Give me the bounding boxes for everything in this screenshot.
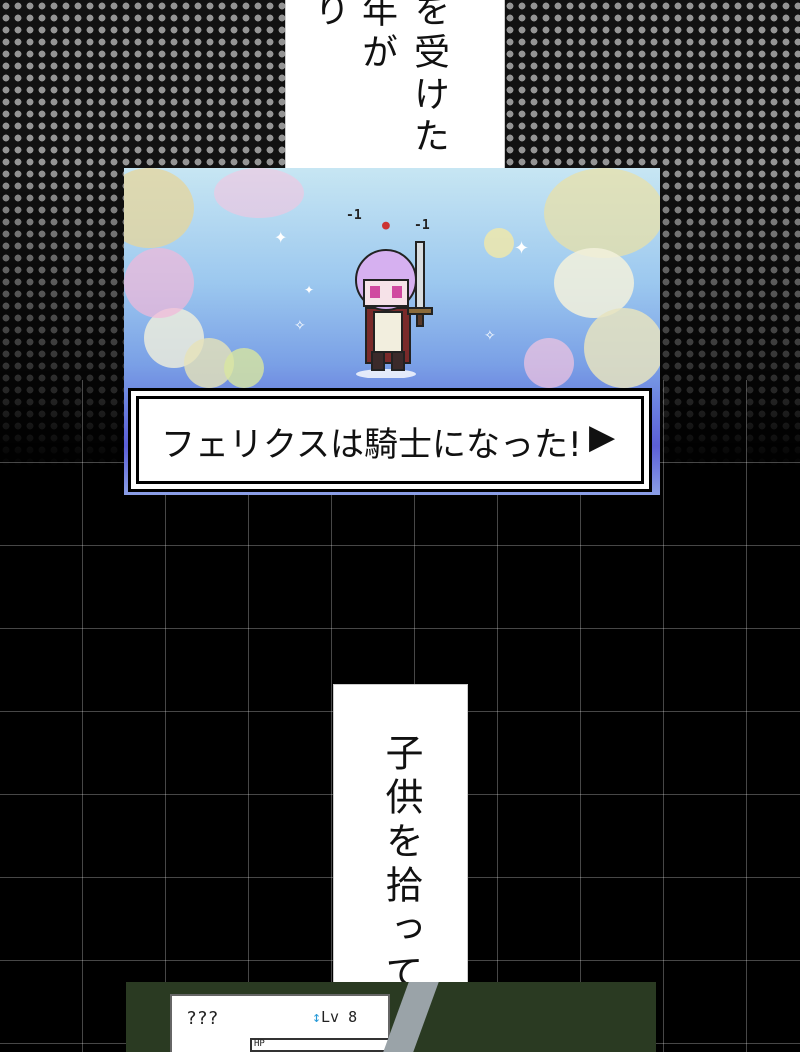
level-value: Lv 8 xyxy=(321,1008,358,1026)
damage-number: -1 xyxy=(414,218,430,233)
sparkle-icon: ✧ xyxy=(484,328,496,344)
level-arrow-icon: ↕ xyxy=(312,1008,322,1026)
bokeh-light xyxy=(484,228,514,258)
caption-box-middle: 子供を拾って xyxy=(333,684,468,1014)
sparkle-icon: ✧ xyxy=(294,318,306,334)
sparkle-icon: ✦ xyxy=(304,283,315,297)
caption-text-line: り xyxy=(308,0,349,33)
caption-text-line: 子供を拾って xyxy=(379,733,423,997)
character-name: ??? xyxy=(186,1008,219,1029)
continue-arrow-icon[interactable]: ▶ xyxy=(589,417,615,457)
caption-box-top: を受けた 年が り xyxy=(285,0,505,190)
bokeh-light xyxy=(214,168,304,218)
damage-number: -1 xyxy=(346,208,362,223)
level-label: ↕Lv 8 xyxy=(312,1008,357,1026)
dialog-text: フェリクスは騎士になった! xyxy=(161,425,582,465)
status-window: ??? ↕Lv 8 HP xyxy=(170,994,390,1052)
bokeh-light xyxy=(124,168,194,248)
caption-text-line: を受けた xyxy=(408,0,449,159)
bokeh-light xyxy=(524,338,574,388)
bokeh-light xyxy=(584,308,660,388)
caption-text-line: 年が xyxy=(356,0,397,75)
game-panel: ✦ ✧ ✦ ✧ ✦ -1 ● -1 フェリクスは騎士になった! ▶ xyxy=(124,168,660,495)
sparkle-icon: ✦ xyxy=(514,238,530,259)
status-window-side xyxy=(383,982,439,1052)
hp-bar xyxy=(250,1038,390,1052)
status-panel: ??? ↕Lv 8 HP xyxy=(126,982,656,1052)
hp-label: HP xyxy=(254,1039,265,1049)
dialog-box[interactable]: フェリクスは騎士になった! ▶ xyxy=(131,391,649,489)
damage-icon: ● xyxy=(382,218,390,233)
bokeh-light xyxy=(124,248,194,318)
sparkle-icon: ✦ xyxy=(274,228,288,247)
knight-character xyxy=(355,241,433,378)
bokeh-light xyxy=(224,348,264,388)
bokeh-light xyxy=(544,168,660,258)
